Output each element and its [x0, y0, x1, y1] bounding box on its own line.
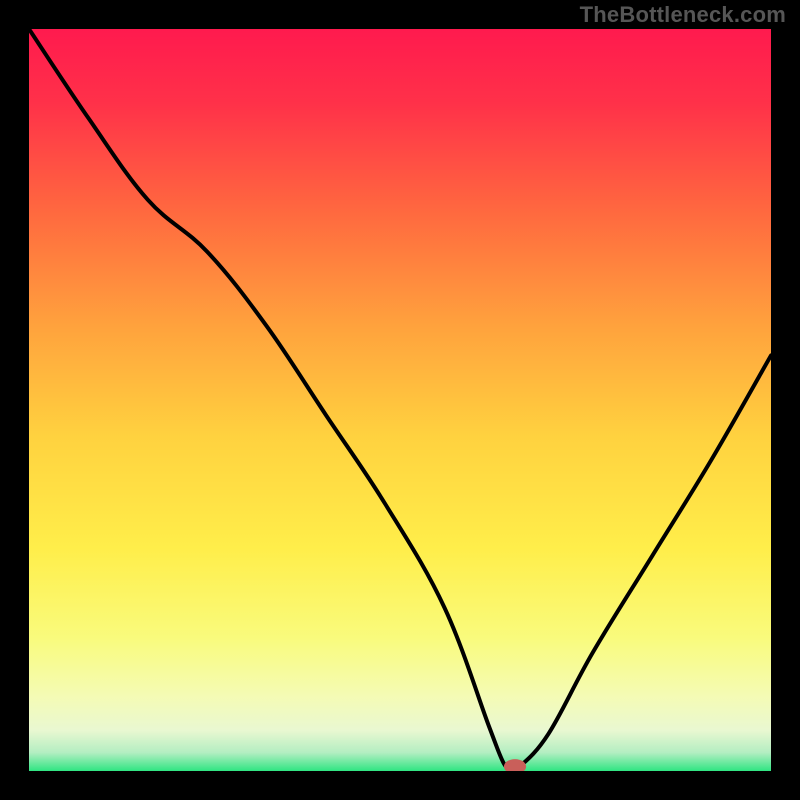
watermark-text: TheBottleneck.com: [580, 2, 786, 28]
gradient-background: [29, 29, 771, 771]
chart-plot: [29, 29, 771, 771]
chart-frame: TheBottleneck.com: [0, 0, 800, 800]
